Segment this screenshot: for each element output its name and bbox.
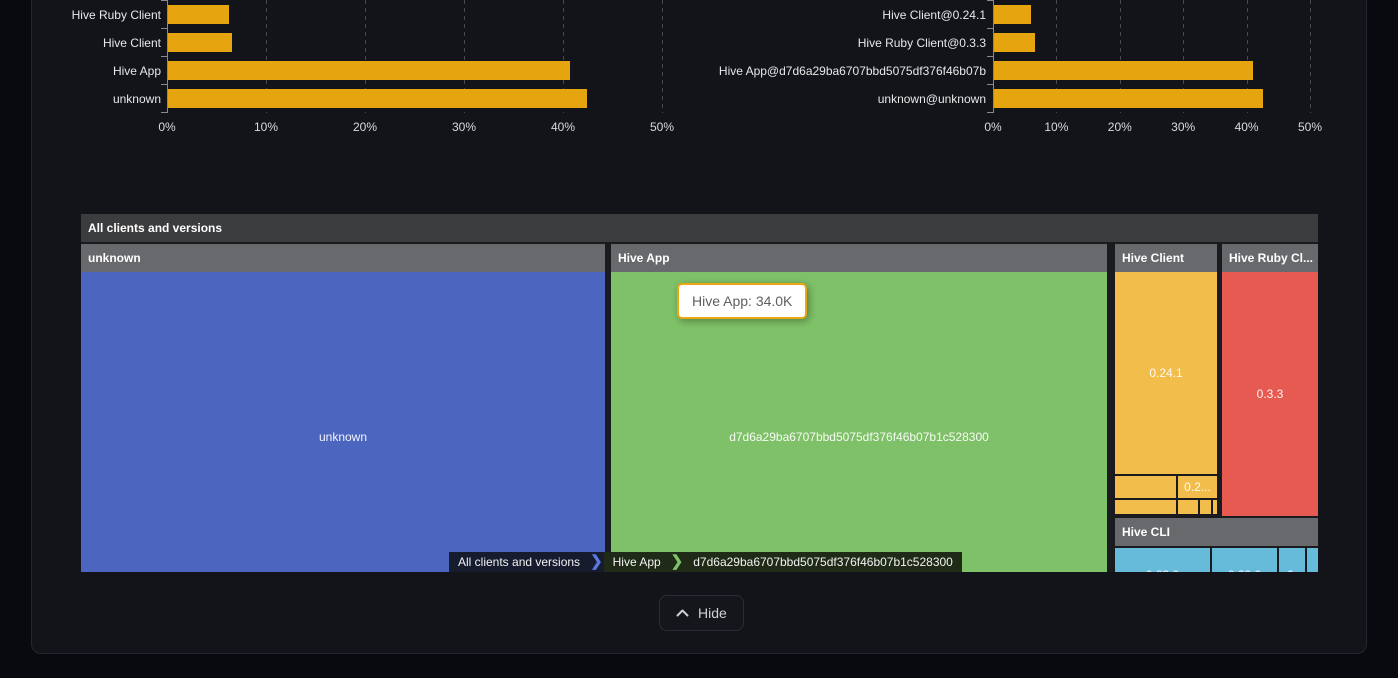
treemap-group-header-hive-app[interactable]: Hive App <box>611 244 1107 272</box>
client-versions-x-tick-label: 40% <box>1217 120 1277 134</box>
client-versions-category-label: Hive App@d7d6a29ba6707bbd5075df376f46b07… <box>666 63 986 79</box>
client-versions-axis-tick <box>987 28 993 29</box>
client-versions-category-label: unknown@unknown <box>666 91 986 107</box>
breadcrumb-chevron-icon: ❯ <box>589 552 604 572</box>
clients-x-tick-label: 40% <box>533 120 593 134</box>
clients-x-tick-label: 10% <box>236 120 296 134</box>
treemap-breadcrumb: All clients and versions❯Hive App❯d7d6a2… <box>449 552 962 572</box>
client-versions-axis-tick <box>987 0 993 1</box>
breadcrumb-item[interactable]: All clients and versions <box>449 552 589 572</box>
clients-axis-tick <box>161 0 167 1</box>
treemap-cell-hive-ruby-0-3-3[interactable]: 0.3.3 <box>1222 272 1318 516</box>
client-versions-gridline <box>1310 0 1311 113</box>
clients-x-tick-label: 0% <box>137 120 197 134</box>
treemap-cell-unknown[interactable]: unknown <box>81 272 605 572</box>
treemap-tooltip: Hive App: 34.0K <box>677 283 807 319</box>
clients-axis-tick <box>161 112 167 113</box>
hide-button-label: Hide <box>698 605 727 621</box>
clients-bar[interactable] <box>168 5 229 24</box>
dashboard-page: Hive Ruby ClientHive ClientHive Appunkno… <box>0 0 1398 678</box>
treemap-cell-hive-cli-minor[interactable] <box>1307 548 1318 572</box>
clients-category-label: Hive Ruby Client <box>0 7 161 23</box>
treemap-cell-hive-client-minor[interactable] <box>1178 500 1198 514</box>
treemap-cell-hive-cli-0-23-0[interactable]: 0.23.0 <box>1212 548 1277 572</box>
client-versions-category-label: Hive Client@0.24.1 <box>666 7 986 23</box>
client-versions-x-tick-label: 0% <box>963 120 1023 134</box>
clients-x-tick-label: 30% <box>434 120 494 134</box>
client-versions-bar[interactable] <box>994 33 1035 52</box>
treemap-group-header-hive-ruby-client[interactable]: Hive Ruby Cl... <box>1222 244 1318 272</box>
treemap-group-header-unknown[interactable]: unknown <box>81 244 605 272</box>
client-versions-bar[interactable] <box>994 89 1263 108</box>
treemap-cell-hive-client-minor[interactable] <box>1115 476 1176 498</box>
client-versions-category-label: Hive Ruby Client@0.3.3 <box>666 35 986 51</box>
client-versions-x-tick-label: 10% <box>1026 120 1086 134</box>
client-versions-x-tick-label: 50% <box>1280 120 1340 134</box>
clients-treemap: All clients and versionsunknownunknownHi… <box>81 214 1318 572</box>
client-versions-x-tick-label: 30% <box>1153 120 1213 134</box>
treemap-cell-hive-cli-0[interactable]: 0. <box>1279 548 1305 572</box>
treemap-group-header-hive-client[interactable]: Hive Client <box>1115 244 1217 272</box>
client-versions-axis-tick <box>987 84 993 85</box>
clients-axis-tick <box>161 28 167 29</box>
hide-button[interactable]: Hide <box>659 595 744 631</box>
clients-bar[interactable] <box>168 33 232 52</box>
client-versions-bar[interactable] <box>994 61 1253 80</box>
client-versions-axis-tick <box>987 112 993 113</box>
clients-gridline <box>662 0 663 113</box>
client-versions-x-tick-label: 20% <box>1090 120 1150 134</box>
chevron-up-icon <box>676 609 689 617</box>
clients-category-label: Hive App <box>0 63 161 79</box>
clients-bar[interactable] <box>168 61 570 80</box>
clients-category-label: Hive Client <box>0 35 161 51</box>
clients-category-label: unknown <box>0 91 161 107</box>
breadcrumb-item[interactable]: Hive App <box>604 552 670 572</box>
treemap-cell-hive-client-minor[interactable] <box>1213 500 1217 514</box>
clients-axis-tick <box>161 84 167 85</box>
clients-bar[interactable] <box>168 89 587 108</box>
treemap-cell-hive-client-0-24-1[interactable]: 0.24.1 <box>1115 272 1217 474</box>
breadcrumb-chevron-icon: ❯ <box>670 552 685 572</box>
tooltip-text: Hive App: 34.0K <box>692 293 792 309</box>
client-versions-axis-tick <box>987 56 993 57</box>
client-versions-bar[interactable] <box>994 5 1031 24</box>
treemap-cell-hive-client-0-2[interactable]: 0.2... <box>1178 476 1217 498</box>
treemap-cell-hive-client-minor[interactable] <box>1115 500 1176 514</box>
treemap-cell-hive-client-minor[interactable] <box>1200 500 1211 514</box>
clients-axis-tick <box>161 56 167 57</box>
breadcrumb-item[interactable]: d7d6a29ba6707bbd5075df376f46b07b1c528300 <box>684 552 962 572</box>
clients-x-tick-label: 20% <box>335 120 395 134</box>
treemap-group-header-hive-cli[interactable]: Hive CLI <box>1115 518 1318 546</box>
treemap-cell-hive-cli-0-23-0[interactable]: 0.23.0 <box>1115 548 1210 572</box>
clients-x-tick-label: 50% <box>632 120 692 134</box>
treemap-root-header[interactable]: All clients and versions <box>81 214 1318 242</box>
